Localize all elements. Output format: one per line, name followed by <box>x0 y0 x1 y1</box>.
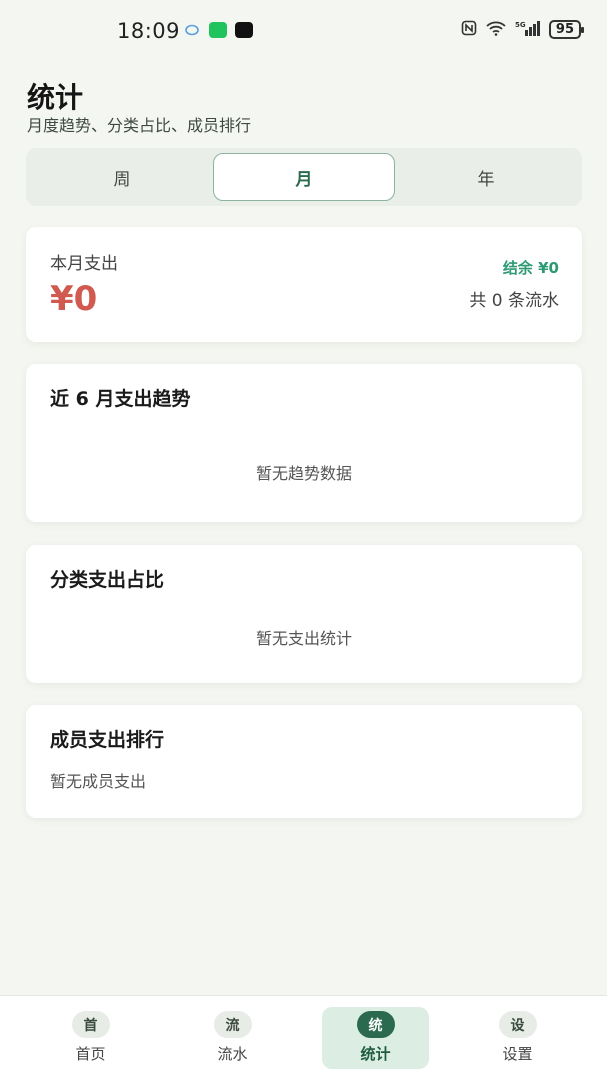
cellular-signal-icon: 5G <box>515 20 541 39</box>
transactions-icon: 流 <box>213 1011 252 1038</box>
tab-year[interactable]: 年 <box>395 153 577 201</box>
nav-transactions-label: 流水 <box>217 1045 248 1063</box>
members-empty-state: 暂无成员支出 <box>50 772 147 791</box>
tab-month[interactable]: 月 <box>213 153 395 201</box>
battery-indicator: 95 <box>548 20 585 39</box>
trend-title: 近 6 月支出趋势 <box>50 388 191 410</box>
wifi-icon <box>485 20 507 39</box>
nav-home-label: 首页 <box>75 1045 106 1063</box>
nav-settings[interactable]: 设 设置 <box>464 1007 571 1069</box>
tiktok-notification-icon <box>235 22 253 38</box>
signal-type: 5G <box>515 21 526 29</box>
expense-label: 本月支出 <box>50 254 118 274</box>
category-empty-state: 暂无支出统计 <box>255 629 352 648</box>
nav-transactions[interactable]: 流 流水 <box>179 1007 286 1069</box>
period-selector: 周 月 年 <box>26 148 582 206</box>
status-bar: 18:09 5G 95 <box>0 0 607 62</box>
transaction-count: 共 0 条流水 <box>469 291 559 311</box>
category-share-card: 分类支出占比 暂无支出统计 <box>26 545 582 683</box>
statistics-icon: 统 <box>356 1011 395 1038</box>
page-title: 统计 <box>27 81 84 114</box>
nav-home[interactable]: 首 首页 <box>37 1007 144 1069</box>
stats-page: 18:09 5G 95 统计 月度趋势、分类占比、成员排行 周 月 年 本月支出… <box>0 0 607 1080</box>
tab-week[interactable]: 周 <box>31 153 213 201</box>
category-title: 分类支出占比 <box>50 569 165 591</box>
members-title: 成员支出排行 <box>50 729 165 751</box>
member-ranking-card: 成员支出排行 暂无成员支出 <box>26 705 582 818</box>
nav-statistics-label: 统计 <box>360 1045 391 1063</box>
status-indicators: 5G 95 <box>461 20 585 39</box>
wechat-notification-icon <box>209 22 227 38</box>
chat-notification-icon <box>184 22 202 38</box>
trend-empty-state: 暂无趋势数据 <box>255 464 352 483</box>
page-subtitle: 月度趋势、分类占比、成员排行 <box>27 116 252 135</box>
bottom-navigation: 首 首页 流 流水 统 统计 设 设置 <box>0 995 607 1080</box>
nfc-icon <box>461 20 477 39</box>
expense-trend-card: 近 6 月支出趋势 暂无趋势数据 <box>26 364 582 522</box>
settings-icon: 设 <box>498 1011 537 1038</box>
monthly-expense-card: 本月支出 ¥0 结余 ¥0 共 0 条流水 <box>26 227 582 342</box>
home-icon: 首 <box>71 1011 110 1038</box>
expense-amount: ¥0 <box>50 279 98 319</box>
nav-statistics[interactable]: 统 统计 <box>322 1007 429 1069</box>
status-time: 18:09 <box>117 19 181 43</box>
balance-text: 结余 ¥0 <box>502 259 559 277</box>
nav-settings-label: 设置 <box>502 1045 533 1063</box>
